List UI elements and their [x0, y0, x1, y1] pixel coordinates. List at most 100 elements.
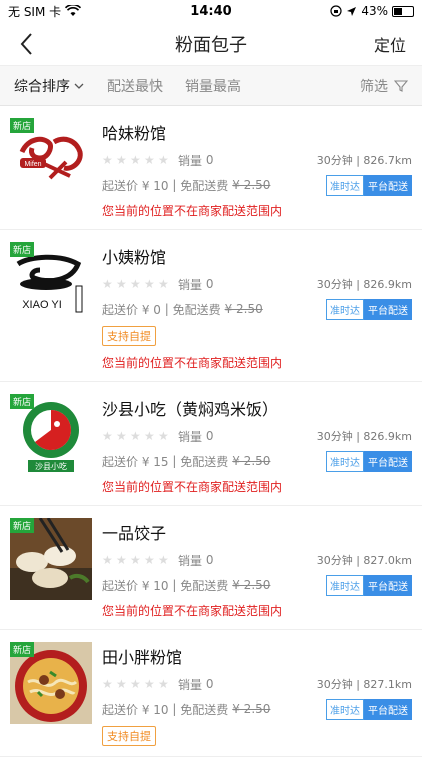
star-icon: ★: [158, 277, 169, 291]
sales-label: 销量: [178, 429, 203, 444]
delivery-time-distance: 30分钟 | 826.7km: [316, 154, 412, 167]
old-delivery-fee: ¥ 2.50: [232, 178, 271, 192]
star-icon: ★: [158, 153, 169, 167]
new-store-tag: 新店: [10, 394, 35, 409]
free-delivery: 免配送费: [172, 302, 221, 317]
orientation-lock-icon: [330, 5, 342, 17]
location-arrow-icon: [347, 6, 357, 16]
store-price-row: 起送价 ¥ 10 | 免配送费 ¥ 2.50 准时达 平台配送: [102, 174, 412, 196]
status-right: 43%: [330, 4, 414, 18]
store-rating-row: ★ ★ ★ ★ ★ 销量 0 30分钟 | 826.9km: [102, 276, 412, 292]
star-icon: ★: [130, 153, 141, 167]
star-icon: ★: [158, 553, 169, 567]
sales-count: 0: [205, 429, 214, 443]
store-logo: 新店: [10, 642, 92, 724]
rating-stars: ★ ★ ★ ★ ★: [102, 554, 170, 566]
star-icon: ★: [116, 277, 127, 291]
store-info: 田小胖粉馆 ★ ★ ★ ★ ★ 销量 0 30分钟 | 827.1km 起送价 ¥ 10…: [102, 642, 412, 746]
new-store-tag: 新店: [10, 518, 35, 533]
logo-text: Mifen: [24, 161, 41, 168]
ontime-badge: 准时达: [326, 698, 364, 720]
star-icon: ★: [130, 677, 141, 691]
new-store-tag: 新店: [10, 242, 35, 257]
status-bar: 无 SIM 卡 14:40 43%: [0, 0, 422, 22]
store-info: 小姨粉馆 ★ ★ ★ ★ ★ 销量 0 30分钟 | 826.9km 起送价 ¥ 0 |…: [102, 242, 412, 371]
star-icon: ★: [130, 429, 141, 443]
store-name: 一品饺子: [102, 524, 167, 543]
platform-badge: 平台配送: [364, 450, 412, 472]
sales-label: 销量: [178, 277, 203, 292]
locate-button[interactable]: 定位: [374, 32, 406, 56]
store-logo: 新店 XIAO YI: [10, 242, 92, 324]
platform-badge: 平台配送: [364, 174, 412, 196]
sort-comprehensive[interactable]: 综合排序: [14, 76, 85, 96]
star-icon: ★: [144, 553, 155, 567]
free-delivery: 免配送费: [180, 178, 229, 193]
min-order: 起送价 ¥ 15: [102, 454, 169, 469]
star-icon: ★: [144, 153, 155, 167]
store-list: 新店 Mifen 哈妹粉馆 ★ ★ ★ ★ ★ 销量 0 30分钟 | 826.7km …: [0, 106, 422, 757]
sort-top-sales[interactable]: 销量最高: [185, 76, 241, 96]
funnel-icon: [394, 79, 408, 92]
ontime-badge: 准时达: [326, 574, 364, 596]
filter-button[interactable]: 筛选: [360, 76, 408, 96]
sort-fastest-label: 配送最快: [107, 78, 163, 95]
page-title: 粉面包子: [175, 34, 247, 56]
nav-bar: 粉面包子 定位: [0, 22, 422, 66]
sales-label: 销量: [178, 677, 203, 692]
store-item[interactable]: 新店 一品饺子 ★ ★ ★ ★ ★ 销量 0 30分钟 | 827.0km 起送…: [0, 506, 422, 630]
store-info: 一品饺子 ★ ★ ★ ★ ★ 销量 0 30分钟 | 827.0km 起送价 ¥ 10 …: [102, 518, 412, 619]
store-item[interactable]: 新店 XIAO YI 小姨粉馆 ★ ★ ★ ★ ★ 销量 0 30分钟 | 826.9k…: [0, 230, 422, 382]
store-rating-row: ★ ★ ★ ★ ★ 销量 0 30分钟 | 827.0km: [102, 552, 412, 568]
delivery-badges: 准时达 平台配送: [326, 174, 412, 196]
min-order: 起送价 ¥ 10: [102, 578, 169, 593]
delivery-badges: 准时达 平台配送: [326, 698, 412, 720]
store-name: 沙县小吃（黄焖鸡米饭）: [102, 400, 279, 419]
delivery-badges: 准时达 平台配送: [326, 574, 412, 596]
star-icon: ★: [116, 553, 127, 567]
sort-fastest-delivery[interactable]: 配送最快: [107, 76, 163, 96]
star-icon: ★: [102, 553, 113, 567]
sort-bar: 综合排序 配送最快 销量最高 筛选: [0, 66, 422, 106]
store-rating-row: ★ ★ ★ ★ ★ 销量 0 30分钟 | 826.7km: [102, 152, 412, 168]
chevron-down-icon: [74, 83, 84, 89]
store-item[interactable]: 新店 沙县小吃 沙县小吃（黄焖鸡米饭） ★ ★ ★ ★ ★ 销量 0 30分钟 | 82…: [0, 382, 422, 506]
free-delivery: 免配送费: [180, 454, 229, 469]
platform-badge: 平台配送: [364, 698, 412, 720]
pickup-badge: 支持自提: [102, 726, 156, 746]
star-icon: ★: [116, 677, 127, 691]
store-name: 田小胖粉馆: [102, 648, 183, 667]
delivery-time-distance: 30分钟 | 827.1km: [316, 678, 412, 691]
store-item[interactable]: 新店 Mifen 哈妹粉馆 ★ ★ ★ ★ ★ 销量 0 30分钟 | 826.7km …: [0, 106, 422, 230]
old-delivery-fee: ¥ 2.50: [232, 454, 271, 468]
star-icon: ★: [102, 429, 113, 443]
old-delivery-fee: ¥ 2.50: [232, 578, 271, 592]
sort-sales-label: 销量最高: [185, 78, 241, 95]
back-arrow-icon[interactable]: [16, 30, 40, 58]
star-icon: ★: [158, 429, 169, 443]
star-icon: ★: [116, 429, 127, 443]
delivery-badges: 准时达 平台配送: [326, 450, 412, 472]
sort-comprehensive-label: 综合排序: [14, 78, 70, 95]
store-logo: 新店 Mifen: [10, 118, 92, 200]
store-price-row: 起送价 ¥ 10 | 免配送费 ¥ 2.50 准时达 平台配送: [102, 698, 412, 720]
star-icon: ★: [144, 677, 155, 691]
free-delivery: 免配送费: [180, 578, 229, 593]
carrier-text: 无 SIM 卡: [8, 4, 62, 19]
platform-badge: 平台配送: [364, 298, 412, 320]
star-icon: ★: [144, 429, 155, 443]
out-of-range-warning: 您当前的位置不在商家配送范围内: [102, 204, 283, 218]
store-item[interactable]: 新店 田小胖粉馆 ★ ★ ★ ★ ★ 销量 0 30分钟 | 827.1km 起…: [0, 630, 422, 757]
star-icon: ★: [144, 277, 155, 291]
sales-count: 0: [205, 677, 214, 691]
pickup-badge: 支持自提: [102, 326, 156, 346]
star-icon: ★: [102, 677, 113, 691]
ontime-badge: 准时达: [326, 298, 364, 320]
store-name: 哈妹粉馆: [102, 124, 167, 143]
rating-stars: ★ ★ ★ ★ ★: [102, 154, 170, 166]
min-order: 起送价 ¥ 10: [102, 178, 169, 193]
star-icon: ★: [158, 677, 169, 691]
store-price-row: 起送价 ¥ 0 | 免配送费 ¥ 2.50 准时达 平台配送: [102, 298, 412, 320]
new-store-tag: 新店: [10, 118, 35, 133]
sales-count: 0: [205, 277, 214, 291]
